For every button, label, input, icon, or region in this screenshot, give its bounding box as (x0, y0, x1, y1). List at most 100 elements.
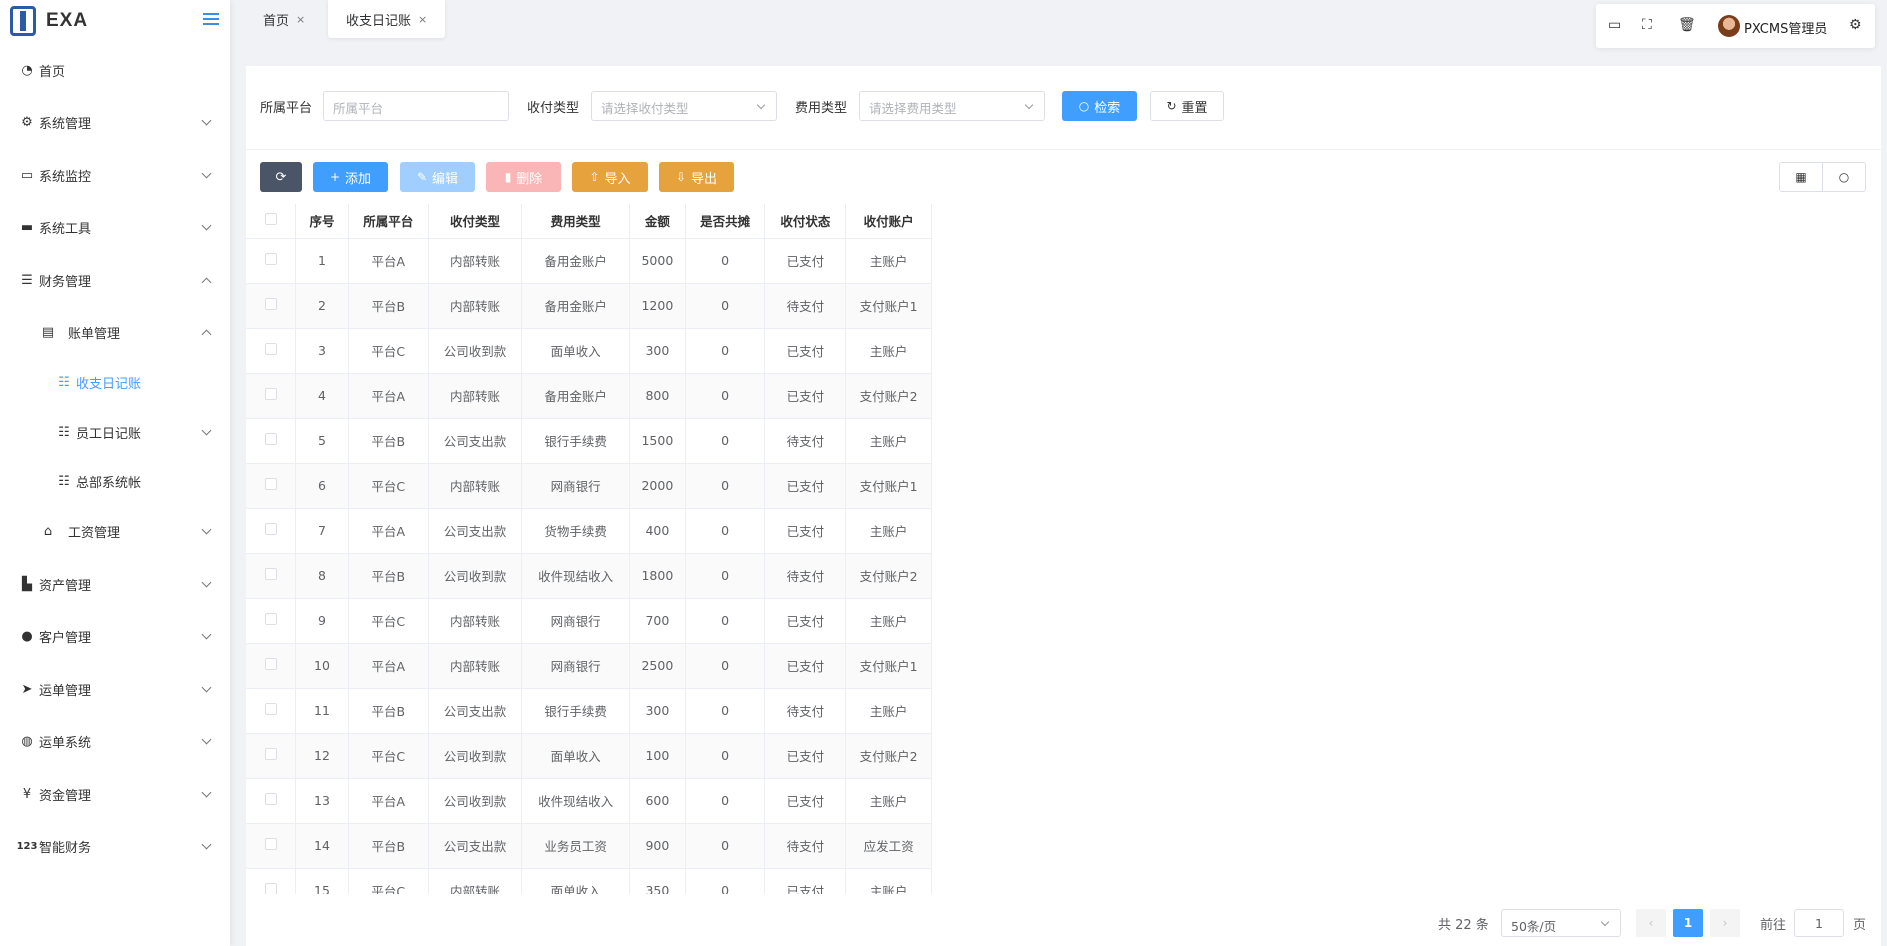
row-select-cell[interactable] (246, 418, 297, 464)
table-row[interactable]: 2 平台B 内部转账 备用金账户 1200 0 待支付 支付账户1 (246, 283, 932, 329)
refresh-button[interactable]: ⟳ (260, 162, 302, 192)
feetype-select[interactable]: 请选择费用类型 (859, 91, 1045, 121)
row-checkbox[interactable] (264, 568, 277, 580)
row-checkbox[interactable] (264, 343, 277, 355)
sidebar-item-home[interactable]: ◔ 首页 (0, 44, 230, 96)
close-icon[interactable]: × (418, 13, 427, 26)
page-1-button[interactable]: 1 (1673, 909, 1703, 937)
row-checkbox[interactable] (264, 703, 277, 715)
row-select-cell[interactable] (246, 823, 297, 869)
table-row[interactable]: 1 平台A 内部转账 备用金账户 5000 0 已支付 主账户 (246, 238, 932, 284)
sidebar-item-hq-account[interactable]: ☷ 总部系统帐 (0, 455, 230, 507)
settings-icon[interactable]: ⚙ (1849, 17, 1862, 33)
row-checkbox[interactable] (264, 748, 277, 760)
table-row[interactable]: 10 平台A 内部转账 网商银行 2500 0 已支付 支付账户1 (246, 643, 932, 689)
row-checkbox[interactable] (264, 433, 277, 445)
collapse-menu-icon[interactable] (203, 13, 219, 26)
username[interactable]: PXCMS管理员 (1744, 18, 1827, 37)
column-header: 费用类型 (521, 204, 630, 239)
sidebar-item-waybills[interactable]: ➤ 运单管理 (0, 663, 230, 715)
sidebar-item-smart-finance[interactable]: 123 智能财务 (0, 820, 230, 872)
row-select-cell[interactable] (246, 688, 297, 734)
goto-page-input[interactable]: 1 (1794, 909, 1844, 937)
row-select-cell[interactable] (246, 598, 297, 644)
row-checkbox[interactable] (264, 478, 277, 490)
sidebar-item-finance[interactable]: ☰ 财务管理 (0, 254, 230, 306)
sidebar-item-customers[interactable]: ● 客户管理 (0, 610, 230, 662)
row-checkbox[interactable] (264, 253, 277, 265)
row-select-cell[interactable] (246, 463, 297, 509)
table-row[interactable]: 13 平台A 公司收到款 收件现结收入 600 0 已支付 主账户 (246, 778, 932, 824)
row-select-cell[interactable] (246, 283, 297, 329)
table-cell: 平台C (348, 463, 429, 509)
table-row[interactable]: 5 平台B 公司支出款 银行手续费 1500 0 待支付 主账户 (246, 418, 932, 464)
fullscreen-icon[interactable]: ⛶ (1642, 17, 1652, 33)
sidebar-item-staff-journal[interactable]: ☷ 员工日记账 (0, 406, 230, 458)
table-row[interactable]: 14 平台B 公司支出款 业务员工资 900 0 待支付 应发工资 (246, 823, 932, 869)
table-row[interactable]: 12 平台C 公司收到款 面单收入 100 0 已支付 支付账户2 (246, 733, 932, 779)
export-button[interactable]: ⇩ 导出 (659, 162, 734, 192)
prev-page-button[interactable]: ‹ (1636, 909, 1666, 937)
row-select-cell[interactable] (246, 373, 297, 419)
paytype-select[interactable]: 请选择收付类型 (591, 91, 777, 121)
search-icon[interactable]: ○ (1823, 163, 1865, 191)
sidebar-item-salary[interactable]: ⌂ 工资管理 (0, 505, 230, 557)
sidebar-item-tools[interactable]: ▬ 系统工具 (0, 201, 230, 253)
next-page-button[interactable]: › (1710, 909, 1740, 937)
delete-button[interactable]: ▮ 删除 (486, 162, 561, 192)
reset-button[interactable]: ↻ 重置 (1150, 91, 1224, 121)
row-checkbox[interactable] (264, 388, 277, 400)
row-checkbox[interactable] (264, 883, 277, 894)
download-icon: ⇩ (675, 170, 687, 184)
edit-button[interactable]: ✎ 编辑 (400, 162, 475, 192)
table-row[interactable]: 3 平台C 公司收到款 面单收入 300 0 已支付 主账户 (246, 328, 932, 374)
row-select-cell[interactable] (246, 733, 297, 779)
row-checkbox[interactable] (264, 793, 277, 805)
table-cell: 公司收到款 (428, 553, 523, 599)
desktop-icon[interactable]: ▭ (1608, 17, 1621, 33)
row-checkbox[interactable] (264, 658, 277, 670)
platform-input[interactable]: 所属平台 (323, 91, 509, 121)
row-select-cell[interactable] (246, 553, 297, 599)
table-cell: 内部转账 (428, 238, 523, 284)
row-select-cell[interactable] (246, 238, 297, 284)
table-row[interactable]: 15 平台C 内部转账 面单收入 350 0 已支付 主账户 (246, 868, 932, 894)
tab-home[interactable]: 首页 × (263, 0, 305, 38)
sidebar-item-income-journal[interactable]: ☷ 收支日记账 (0, 356, 230, 408)
table-cell: 支付账户1 (845, 283, 932, 329)
sidebar-item-system[interactable]: ⚙ 系统管理 (0, 96, 230, 148)
table-row[interactable]: 6 平台C 内部转账 网商银行 2000 0 已支付 支付账户1 (246, 463, 932, 509)
select-all-header[interactable] (246, 204, 297, 239)
table-row[interactable]: 8 平台B 公司收到款 收件现结收入 1800 0 待支付 支付账户2 (246, 553, 932, 599)
sidebar-item-bills[interactable]: ▤ 账单管理 (0, 306, 230, 358)
add-button[interactable]: + 添加 (313, 162, 388, 192)
table-cell: 平台B (348, 823, 429, 869)
import-button[interactable]: ⇧ 导入 (572, 162, 648, 192)
table-row[interactable]: 7 平台A 公司支出款 货物手续费 400 0 已支付 主账户 (246, 508, 932, 554)
grid-icon[interactable]: ▦ (1780, 163, 1823, 191)
search-button[interactable]: ○ 检索 (1062, 91, 1137, 121)
row-select-cell[interactable] (246, 328, 297, 374)
page-size-select[interactable]: 50条/页 (1501, 909, 1621, 937)
row-select-cell[interactable] (246, 508, 297, 554)
close-icon[interactable]: × (296, 13, 305, 26)
tab-income-journal[interactable]: 收支日记账 × (328, 0, 446, 38)
table-row[interactable]: 9 平台C 内部转账 网商银行 700 0 已支付 主账户 (246, 598, 932, 644)
trash-icon[interactable]: 🗑 (1678, 17, 1696, 33)
row-checkbox[interactable] (264, 523, 277, 535)
row-select-cell[interactable] (246, 643, 297, 689)
table-row[interactable]: 4 平台A 内部转账 备用金账户 800 0 已支付 支付账户2 (246, 373, 932, 419)
row-checkbox[interactable] (264, 298, 277, 310)
sidebar-item-assets[interactable]: ▙ 资产管理 (0, 558, 230, 610)
row-checkbox[interactable] (264, 613, 277, 625)
row-select-cell[interactable] (246, 868, 297, 894)
sidebar-item-waybill-system[interactable]: ◍ 运单系统 (0, 715, 230, 767)
sidebar-item-funds[interactable]: ¥ 资金管理 (0, 768, 230, 820)
row-checkbox[interactable] (264, 838, 277, 850)
table-row[interactable]: 11 平台B 公司支出款 银行手续费 300 0 待支付 主账户 (246, 688, 932, 734)
column-header: 收付状态 (764, 204, 847, 239)
avatar[interactable] (1718, 15, 1740, 37)
sidebar-item-monitor[interactable]: ▭ 系统监控 (0, 149, 230, 201)
select-all-checkbox[interactable] (264, 213, 277, 226)
row-select-cell[interactable] (246, 778, 297, 824)
